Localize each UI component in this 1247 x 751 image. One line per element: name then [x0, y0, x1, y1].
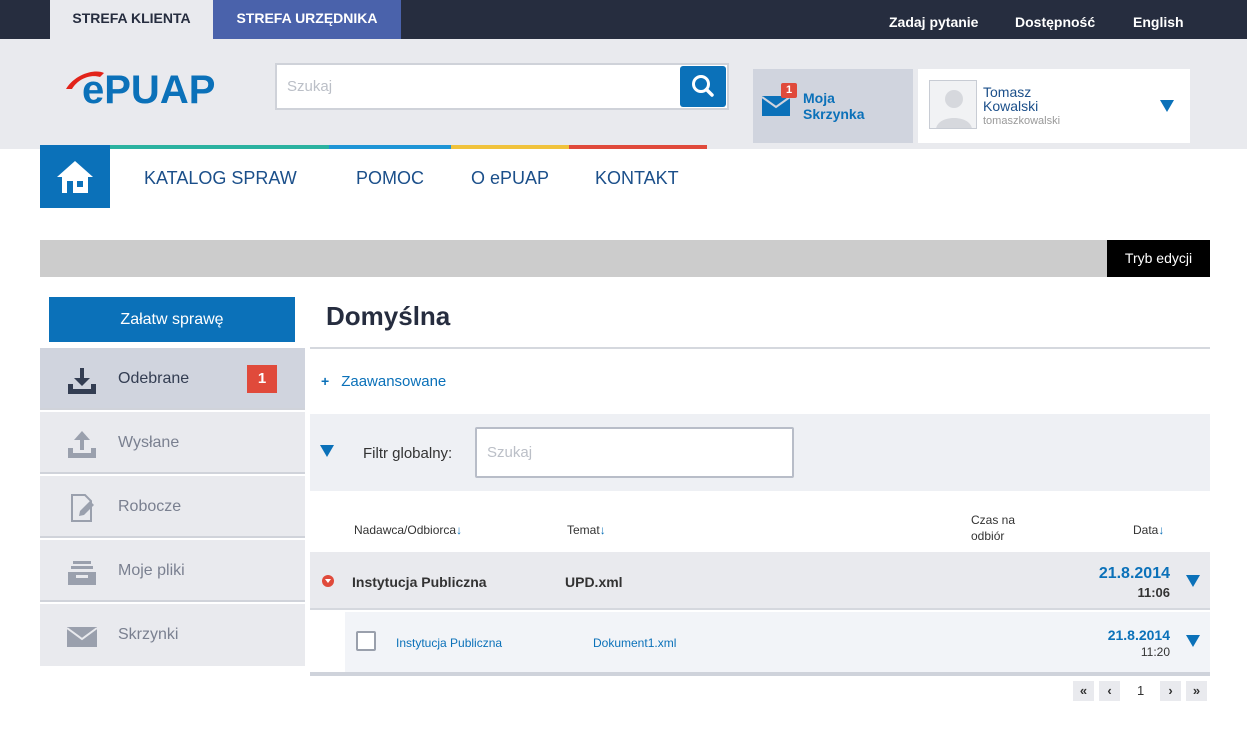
- top-bar: STREFA KLIENTA STREFA URZĘDNIKA Zadaj py…: [0, 0, 1247, 39]
- column-header-date[interactable]: Data↓: [1133, 523, 1164, 537]
- nav-stripe-teal: [110, 145, 329, 149]
- chevron-down-icon[interactable]: [1186, 575, 1200, 587]
- pagination-first-button[interactable]: «: [1073, 681, 1094, 701]
- mailbox-label: Moja Skrzynka: [803, 90, 865, 122]
- global-filter-input[interactable]: [475, 427, 794, 478]
- pagination-last-button[interactable]: »: [1186, 681, 1207, 701]
- row-subject-link[interactable]: Dokument1.xml: [593, 636, 676, 650]
- search-icon: [692, 75, 714, 97]
- sidebar-item-mailboxes[interactable]: Skrzynki: [40, 604, 305, 666]
- table-bottom-border: [310, 672, 1210, 676]
- user-name: Tomasz Kowalski: [983, 84, 1039, 114]
- row-time: 11:20: [1140, 645, 1170, 659]
- inbox-download-icon: [68, 368, 96, 394]
- nav-stripe-blue: [329, 145, 451, 149]
- column-header-label: odbiór: [971, 529, 1005, 543]
- search-box: [275, 63, 729, 110]
- sort-arrow-icon: ↓: [456, 523, 463, 537]
- advanced-label: Zaawansowane: [341, 373, 447, 390]
- tab-client-zone[interactable]: STREFA KLIENTA: [50, 0, 213, 39]
- sidebar-item-label: Moje pliki: [118, 562, 185, 579]
- row-time: 11:06: [1137, 585, 1170, 600]
- home-icon: [57, 161, 93, 193]
- column-header-label: Data: [1133, 523, 1159, 537]
- column-header-subject[interactable]: Temat↓: [567, 523, 606, 537]
- edit-mode-button[interactable]: Tryb edycji: [1107, 240, 1210, 277]
- row-date: 21.8.2014: [1107, 627, 1170, 643]
- files-tray-icon: [68, 561, 96, 585]
- sidebar-item-sent[interactable]: Wysłane: [40, 412, 305, 474]
- sidebar-item-label: Skrzynki: [118, 626, 179, 643]
- sidebar-item-received[interactable]: Odebrane 1: [40, 348, 305, 410]
- search-input[interactable]: [277, 65, 682, 108]
- outbox-upload-icon: [68, 431, 96, 458]
- table-row[interactable]: Instytucja Publiczna Dokument1.xml 21.8.…: [345, 612, 1210, 672]
- row-sender: Instytucja Publiczna: [352, 574, 487, 590]
- user-silhouette-icon: [936, 90, 972, 128]
- nav-item-kontakt[interactable]: KONTAKT: [595, 168, 679, 189]
- envelope-icon: [761, 96, 791, 116]
- row-checkbox[interactable]: [356, 631, 376, 651]
- sort-arrow-icon: ↓: [599, 523, 606, 537]
- row-date: 21.8.2014: [1098, 565, 1170, 582]
- user-login: tomaszkowalski: [983, 115, 1061, 127]
- chevron-down-icon[interactable]: [1186, 635, 1200, 647]
- pagination-next-button[interactable]: ›: [1160, 681, 1181, 701]
- ask-question-link[interactable]: Zadaj pytanie: [889, 0, 978, 39]
- sort-arrow-icon: ↓: [1158, 523, 1165, 537]
- accessibility-link[interactable]: Dostępność: [1015, 0, 1095, 39]
- avatar: [929, 80, 977, 129]
- svg-text:ePUAP: ePUAP: [82, 68, 215, 109]
- tab-clerk-zone[interactable]: STREFA URZĘDNIKA: [213, 0, 401, 39]
- column-header-label: Nadawca/Odbiorca: [354, 523, 457, 537]
- nav-item-katalog-spraw[interactable]: KATALOG SPRAW: [144, 168, 297, 189]
- row-sender-link[interactable]: Instytucja Publiczna: [396, 636, 502, 650]
- column-header-sender[interactable]: Nadawca/Odbiorca↓: [354, 523, 462, 537]
- sidebar-item-label: Odebrane: [118, 370, 190, 387]
- edit-bar: Tryb edycji: [40, 240, 1210, 277]
- plus-icon: +: [321, 373, 330, 389]
- divider: [310, 347, 1210, 349]
- nav-item-o-epuap[interactable]: O ePUAP: [471, 168, 549, 189]
- envelope-icon: [66, 627, 98, 647]
- sidebar-item-my-files[interactable]: Moje pliki: [40, 540, 305, 602]
- column-header-pickup-time: Czas na odbiór: [971, 512, 1015, 544]
- collapse-toggle-icon[interactable]: [322, 575, 334, 587]
- settle-matter-button[interactable]: Załatw sprawę: [49, 297, 295, 342]
- table-row-group[interactable]: Instytucja Publiczna UPD.xml 21.8.2014 1…: [310, 552, 1210, 610]
- filter-panel: Filtr globalny:: [310, 414, 1210, 491]
- chevron-down-icon[interactable]: [320, 445, 334, 457]
- header: ePUAP 1 Moja Skrzynka Tomasz Kowalski to…: [0, 39, 1247, 149]
- global-filter-label: Filtr globalny:: [363, 445, 453, 462]
- chevron-down-icon[interactable]: [1160, 100, 1174, 112]
- my-mailbox-button[interactable]: 1 Moja Skrzynka: [753, 69, 913, 143]
- column-header-label: Temat: [567, 523, 600, 537]
- page-title: Domyślna: [326, 301, 451, 331]
- user-menu[interactable]: Tomasz Kowalski tomaszkowalski: [918, 69, 1190, 143]
- pagination-prev-button[interactable]: ‹: [1099, 681, 1120, 701]
- received-count-badge: 1: [247, 365, 277, 393]
- mailbox-count-badge: 1: [781, 83, 797, 98]
- search-button[interactable]: [680, 66, 726, 107]
- epuap-logo[interactable]: ePUAP: [62, 65, 247, 112]
- sidebar-item-label: Robocze: [118, 498, 182, 515]
- sidebar-item-label: Wysłane: [118, 434, 180, 451]
- home-button[interactable]: [40, 145, 110, 208]
- advanced-search-toggle[interactable]: + Zaawansowane: [321, 373, 446, 390]
- draft-edit-icon: [71, 494, 94, 522]
- pagination-page-1[interactable]: 1: [1137, 683, 1144, 698]
- nav-stripe-yellow: [451, 145, 569, 149]
- nav-item-pomoc[interactable]: POMOC: [356, 168, 424, 189]
- row-subject: UPD.xml: [565, 574, 623, 590]
- column-header-label: Czas na: [971, 513, 1016, 527]
- nav-stripe-red: [569, 145, 707, 149]
- language-link[interactable]: English: [1133, 0, 1184, 39]
- sidebar-item-drafts[interactable]: Robocze: [40, 476, 305, 538]
- epuap-logo-graphic: ePUAP: [66, 68, 215, 112]
